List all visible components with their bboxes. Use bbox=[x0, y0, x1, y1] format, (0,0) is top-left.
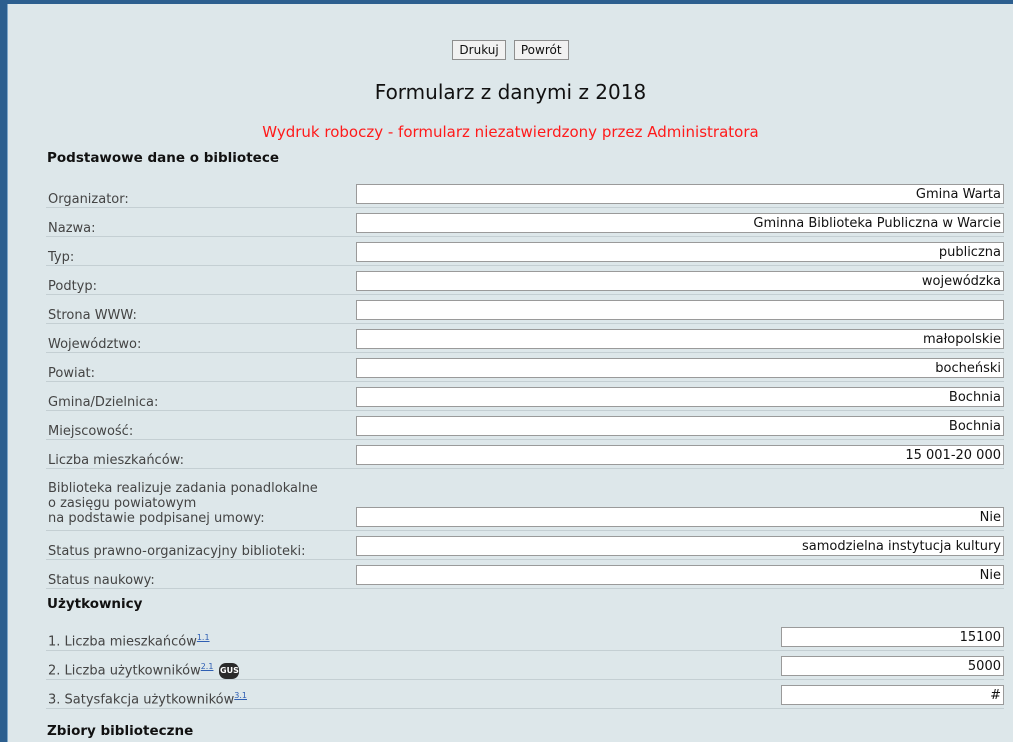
users-count-field[interactable]: 5000 bbox=[781, 655, 1004, 676]
footnote-link[interactable]: 3.1 bbox=[234, 691, 247, 700]
name-field[interactable]: Gminna Biblioteka Publiczna w Warcie bbox=[356, 212, 1004, 233]
row-website: Strona WWW: bbox=[46, 294, 1004, 324]
row-commune: Gmina/Dzielnica: Bochnia bbox=[46, 381, 1004, 411]
row-subtype: Podtyp: wojewódzka bbox=[46, 265, 1004, 295]
row-users-count: 2. Liczba użytkowników2.1 GUS 5000 bbox=[46, 650, 1004, 680]
website-field[interactable] bbox=[356, 299, 1004, 320]
row-name: Nazwa: Gminna Biblioteka Publiczna w War… bbox=[46, 207, 1004, 237]
field-label: Biblioteka realizuje zadania ponadlokaln… bbox=[46, 468, 356, 531]
field-label: Województwo: bbox=[46, 323, 356, 353]
county-field[interactable]: bocheński bbox=[356, 357, 1004, 378]
population-field[interactable]: 15 001-20 000 bbox=[356, 444, 1004, 465]
page-title: Formularz z danymi z 2018 bbox=[374, 80, 647, 104]
row-scientific-status: Status naukowy: Nie bbox=[46, 559, 1004, 589]
left-frame-border bbox=[0, 0, 7, 742]
scientific-status-field[interactable]: Nie bbox=[356, 564, 1004, 585]
field-label: Status prawno-organizacyjny biblioteki: bbox=[46, 530, 356, 560]
back-button[interactable]: Powrót bbox=[513, 40, 569, 60]
toolbar: Drukuj Powrót bbox=[8, 40, 1013, 60]
draft-notice: Wydruk roboczy - formularz niezatwierdzo… bbox=[262, 123, 759, 141]
print-button[interactable]: Drukuj bbox=[452, 40, 506, 60]
legal-status-field[interactable]: samodzielna instytucja kultury bbox=[356, 535, 1004, 556]
residents-label: 1. Liczba mieszkańców bbox=[48, 634, 197, 650]
field-label: 2. Liczba użytkowników2.1 GUS bbox=[46, 650, 781, 680]
row-organizer: Organizator: Gmina Warta bbox=[46, 178, 1004, 208]
basic-data-table: Organizator: Gmina Warta Nazwa: Gminna B… bbox=[46, 178, 1004, 589]
row-population: Liczba mieszkańców: 15 001-20 000 bbox=[46, 439, 1004, 469]
organizer-field[interactable]: Gmina Warta bbox=[356, 183, 1004, 204]
field-label: Strona WWW: bbox=[46, 294, 356, 324]
label-line: na podstawie podpisanej umowy: bbox=[48, 510, 265, 526]
field-label: Typ: bbox=[46, 236, 356, 266]
field-label: Podtyp: bbox=[46, 265, 356, 295]
field-label: 3. Satysfakcja użytkowników3.1 bbox=[46, 679, 781, 709]
supralocal-tasks-field[interactable]: Nie bbox=[356, 506, 1004, 527]
row-user-satisfaction: 3. Satysfakcja użytkowników3.1 # bbox=[46, 679, 1004, 709]
section-heading-collections: Zbiory biblioteczne bbox=[47, 723, 194, 739]
field-label: Organizator: bbox=[46, 178, 356, 208]
field-label: Gmina/Dzielnica: bbox=[46, 381, 356, 411]
section-heading-users: Użytkownicy bbox=[47, 596, 143, 612]
voivodeship-field[interactable]: małopolskie bbox=[356, 328, 1004, 349]
footnote-link[interactable]: 1.1 bbox=[197, 633, 210, 642]
form-panel: Drukuj Powrót Formularz z danymi z 2018 … bbox=[8, 4, 1013, 742]
row-residents: 1. Liczba mieszkańców1.1 15100 bbox=[46, 621, 1004, 651]
user-satisfaction-label: 3. Satysfakcja użytkowników bbox=[48, 692, 235, 708]
field-label: Liczba mieszkańców: bbox=[46, 439, 356, 469]
label-line: o zasięgu powiatowym bbox=[48, 495, 197, 511]
user-satisfaction-field[interactable]: # bbox=[781, 684, 1004, 705]
locality-field[interactable]: Bochnia bbox=[356, 415, 1004, 436]
row-supralocal-tasks: Biblioteka realizuje zadania ponadlokaln… bbox=[46, 468, 1004, 531]
residents-field[interactable]: 15100 bbox=[781, 626, 1004, 647]
gus-icon[interactable]: GUS bbox=[219, 662, 240, 679]
field-label: Status naukowy: bbox=[46, 559, 356, 589]
footnote-link[interactable]: 2.1 bbox=[201, 662, 214, 671]
users-table: 1. Liczba mieszkańców1.1 15100 2. Liczba… bbox=[46, 621, 1004, 709]
row-voivodeship: Województwo: małopolskie bbox=[46, 323, 1004, 353]
label-line: Biblioteka realizuje zadania ponadlokaln… bbox=[48, 480, 318, 496]
subtype-field[interactable]: wojewódzka bbox=[356, 270, 1004, 291]
field-label: 1. Liczba mieszkańców1.1 bbox=[46, 621, 781, 651]
row-locality: Miejscowość: Bochnia bbox=[46, 410, 1004, 440]
row-type: Typ: publiczna bbox=[46, 236, 1004, 266]
field-label: Miejscowość: bbox=[46, 410, 356, 440]
row-legal-status: Status prawno-organizacyjny biblioteki: … bbox=[46, 530, 1004, 560]
section-heading-basic: Podstawowe dane o bibliotece bbox=[47, 150, 279, 166]
type-field[interactable]: publiczna bbox=[356, 241, 1004, 262]
users-count-label: 2. Liczba użytkowników bbox=[48, 663, 201, 678]
field-label: Nazwa: bbox=[46, 207, 356, 237]
commune-field[interactable]: Bochnia bbox=[356, 386, 1004, 407]
field-label: Powiat: bbox=[46, 352, 356, 382]
row-county: Powiat: bocheński bbox=[46, 352, 1004, 382]
